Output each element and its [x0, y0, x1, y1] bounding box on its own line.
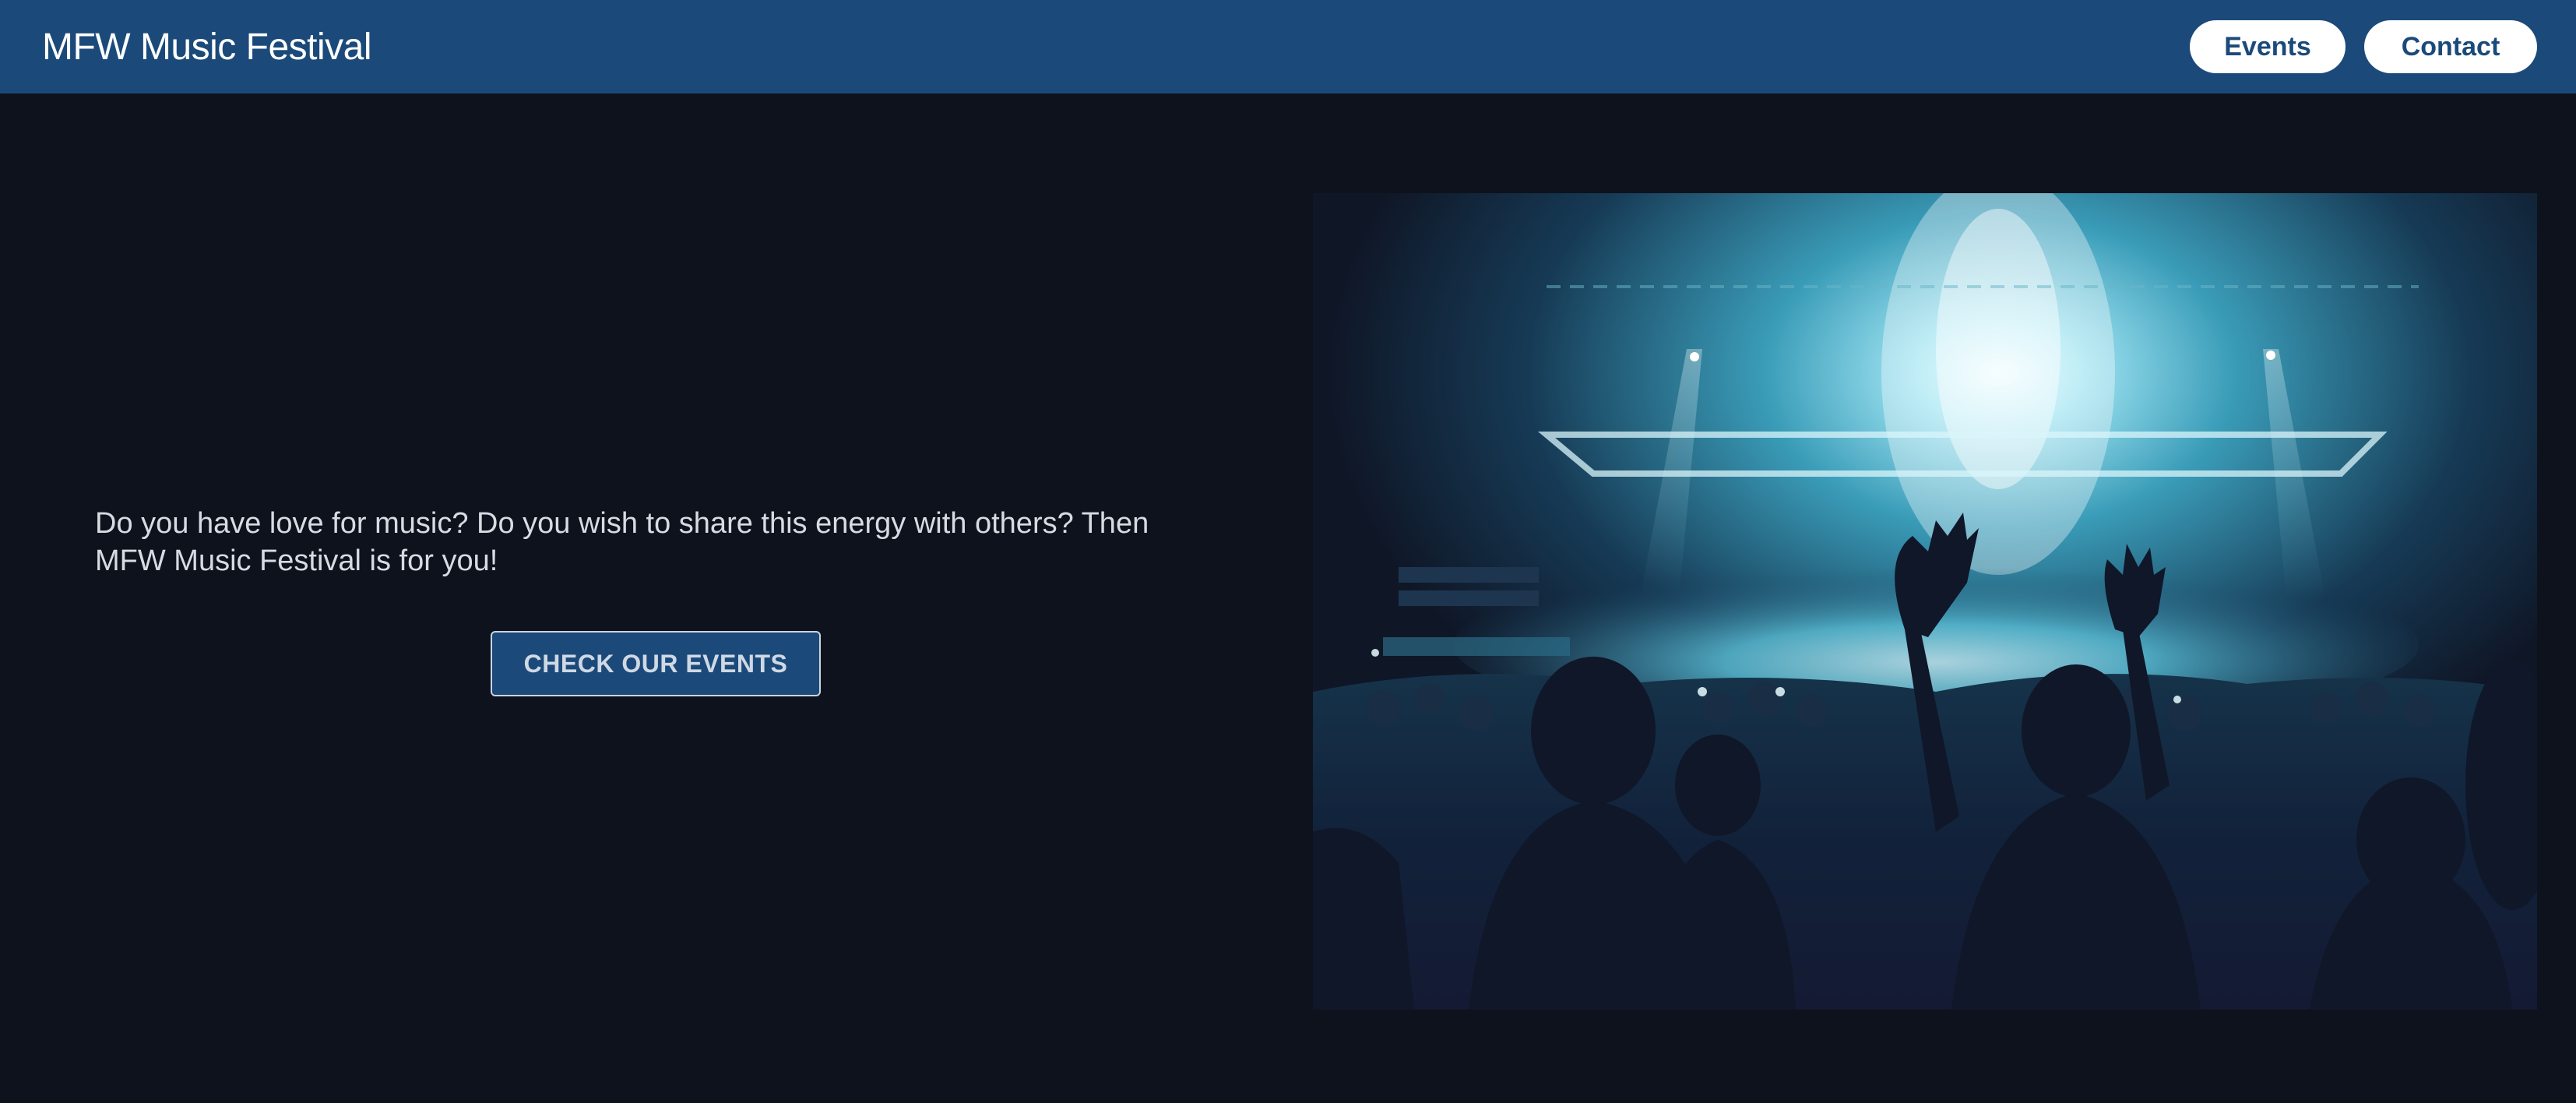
site-title: MFW Music Festival — [42, 26, 372, 68]
nav-contact-button[interactable]: Contact — [2364, 20, 2537, 73]
site-header: MFW Music Festival Events Contact — [0, 0, 2576, 93]
check-events-button[interactable]: CHECK OUR EVENTS — [491, 631, 821, 696]
nav-events-button[interactable]: Events — [2190, 20, 2345, 73]
concert-crowd-image — [1313, 193, 2537, 1010]
concert-crowd-illustration — [1313, 193, 2537, 1010]
hero-text: Do you have love for music? Do you wish … — [95, 507, 1149, 577]
main-nav: Events Contact — [2190, 20, 2537, 73]
